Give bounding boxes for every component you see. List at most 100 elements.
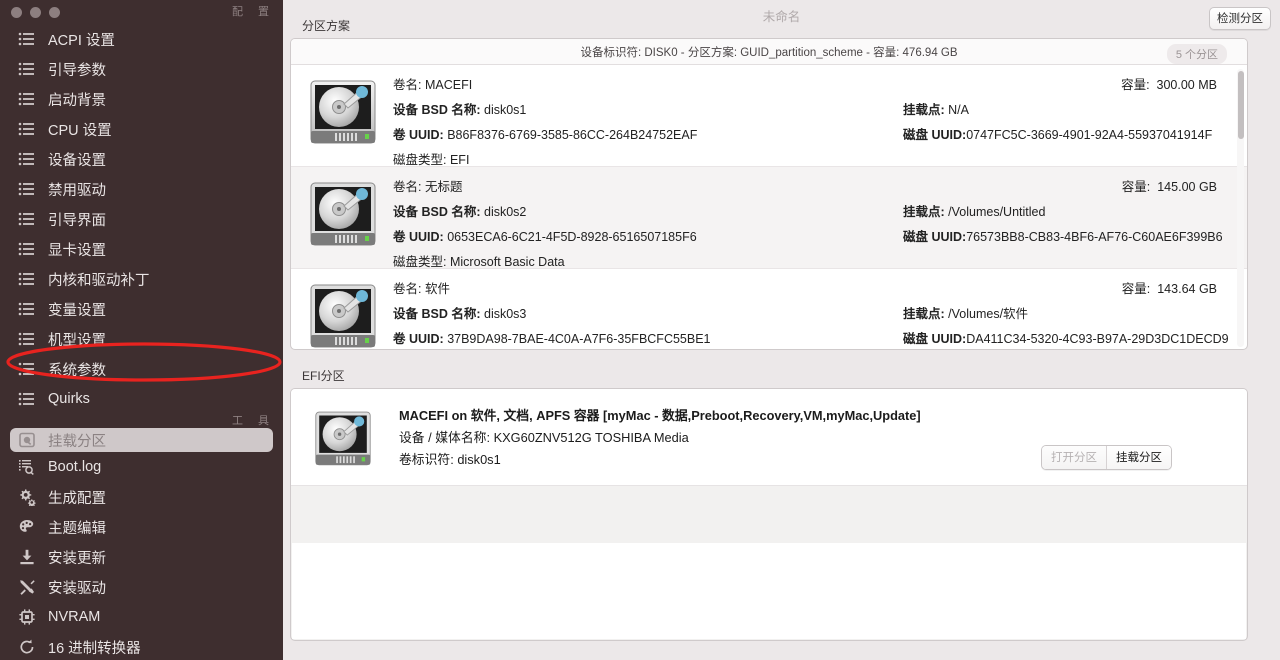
open-partition-button[interactable]: 打开分区 (1042, 446, 1107, 469)
sidebar-item-label: 安装更新 (48, 550, 106, 567)
close-button[interactable] (11, 7, 22, 18)
sidebar-item-label: 设备设置 (48, 152, 106, 169)
list-icon (18, 90, 36, 108)
sidebar-item-rt-variables[interactable]: 变量设置 (0, 294, 283, 324)
scrollbar-thumb[interactable] (1238, 71, 1244, 139)
efi-partition-section: EFI分区 MACEFI on 软件, 文档, APFS 容器 [myMac -… (290, 367, 1248, 641)
clover-configurator-window: 配 置 ACPI 设置 引导参数 启动背景 CPU 设置 设备设置 禁用驱动 引… (0, 0, 1280, 660)
disk-type-value: EFI (449, 153, 470, 167)
hard-disk-icon (303, 177, 383, 257)
mount-value: N/A (948, 103, 969, 117)
volume-uuid-value: B86F8376-6769-3585-86CC-264B24752EAF (447, 128, 698, 142)
mount-value: /Volumes/软件 (948, 307, 1029, 321)
disk-uuid-label: 磁盘 UUID: (903, 230, 967, 244)
efi-volume-label: 卷标识符: (399, 452, 454, 467)
config-section-header: 配 置 (231, 6, 275, 18)
table-row[interactable]: 卷名: MACEFI 设备 BSD 名称: disk0s1 挂载点: N/A 卷 … (291, 65, 1247, 167)
capacity-value: 145.00 GB (1157, 180, 1217, 194)
disk-uuid-value: 0747FC5C-3669-4901-92A4-55937041914F (966, 128, 1213, 142)
sidebar-item-system-parameters[interactable]: 系统参数 (0, 354, 283, 384)
traffic-lights[interactable] (11, 7, 60, 18)
efi-card[interactable]: MACEFI on 软件, 文档, APFS 容器 [myMac - 数据,Pr… (291, 389, 1247, 486)
hard-disk-icon (309, 407, 389, 487)
sidebar-item-label: 16 进制转换器 (48, 640, 141, 657)
mount-label: 挂载点: (903, 307, 945, 321)
disk-type-value: Microsoft Basic Data (449, 255, 565, 269)
capacity-cell: 容量: 145.00 GB (1122, 175, 1217, 200)
sidebar-item-boot-log[interactable]: Boot.log (0, 452, 283, 482)
efi-partition-panel: MACEFI on 软件, 文档, APFS 容器 [myMac - 数据,Pr… (290, 388, 1248, 641)
hard-disk-icon (303, 75, 383, 155)
tools-nav-list: 挂载分区 Boot.log 生成配置 主题编辑 安装更新 安装驱动 NVRAM … (0, 428, 283, 660)
bsd-label: 设备 BSD 名称: (393, 307, 481, 321)
disk-summary-text: 设备标识符: DISK0 - 分区方案: GUID_partition_sche… (580, 46, 958, 59)
config-nav-list: ACPI 设置 引导参数 启动背景 CPU 设置 设备设置 禁用驱动 引导界面 … (0, 24, 283, 414)
capacity-label: 容量: (1121, 180, 1151, 194)
volume-value: MACEFI (424, 78, 473, 92)
sidebar-item-boot-background[interactable]: 启动背景 (0, 84, 283, 114)
list-icon (18, 390, 36, 408)
disk-uuid-label: 磁盘 UUID: (903, 332, 967, 346)
sidebar-item-label: 变量设置 (48, 302, 106, 319)
volume-uuid-label: 卷 UUID: (393, 332, 444, 346)
list-icon (18, 60, 36, 78)
efi-partition-label: EFI分区 (302, 369, 345, 383)
list-icon (18, 270, 36, 288)
volume-uuid-value: 37B9DA98-7BAE-4C0A-A7F6-35FBCFC55BE1 (447, 332, 711, 346)
sidebar-item-label: 系统参数 (48, 362, 106, 379)
sidebar-item-generate-config[interactable]: 生成配置 (0, 482, 283, 512)
sidebar-item-theme-editor[interactable]: 主题编辑 (0, 512, 283, 542)
sidebar-item-hex-converter[interactable]: 16 进制转换器 (0, 632, 283, 660)
table-row[interactable]: 卷名: 软件 设备 BSD 名称: disk0s3 挂载点: /Volumes/软… (291, 269, 1247, 349)
zoom-button[interactable] (49, 7, 60, 18)
disk-uuid-label: 磁盘 UUID: (903, 128, 967, 142)
minimize-button[interactable] (30, 7, 41, 18)
sidebar-item-acpi[interactable]: ACPI 设置 (0, 24, 283, 54)
partition-count-badge: 5 个分区 (1166, 44, 1227, 64)
list-icon (18, 30, 36, 48)
volume-uuid-label: 卷 UUID: (393, 230, 444, 244)
partition-scheme-label: 分区方案 (302, 19, 351, 33)
sidebar-item-devices[interactable]: 设备设置 (0, 144, 283, 174)
partition-rows: 卷名: MACEFI 设备 BSD 名称: disk0s1 挂载点: N/A 卷 … (291, 65, 1247, 349)
partition-fields: 卷名: MACEFI 设备 BSD 名称: disk0s1 挂载点: N/A 卷 … (393, 73, 1237, 167)
sidebar-item-label: 安装驱动 (48, 580, 106, 597)
disk-icon (18, 431, 36, 449)
sidebar-item-mount-efi[interactable]: 挂载分区 (10, 428, 273, 452)
disk-type-label: 磁盘类型: (393, 153, 447, 167)
partition-action-buttons: 打开分区 挂载分区 (1041, 445, 1172, 470)
sidebar-item-graphics[interactable]: 显卡设置 (0, 234, 283, 264)
sidebar-item-kernel-kext-patch[interactable]: 内核和驱动补丁 (0, 264, 283, 294)
partition-scheme-header: 设备标识符: DISK0 - 分区方案: GUID_partition_sche… (291, 39, 1247, 65)
sidebar-item-label: 引导参数 (48, 62, 106, 79)
efi-device-label: 设备 / 媒体名称: (399, 430, 491, 445)
partition-fields: 卷名: 软件 设备 BSD 名称: disk0s3 挂载点: /Volumes/软… (393, 277, 1237, 349)
capacity-cell: 容量: 143.64 GB (1122, 277, 1217, 302)
sidebar-item-install-drivers[interactable]: 安装驱动 (0, 572, 283, 602)
title-bar: 配 置 (0, 0, 283, 24)
sidebar-item-label: Quirks (48, 391, 90, 407)
mount-partition-button[interactable]: 挂载分区 (1107, 446, 1171, 469)
efi-device-line: 设备 / 媒体名称: KXG60ZNV512G TOSHIBA Media (399, 427, 921, 449)
sidebar-item-cpu[interactable]: CPU 设置 (0, 114, 283, 144)
table-row[interactable]: 卷名: 无标题 设备 BSD 名称: disk0s2 挂载点: /Volumes/… (291, 167, 1247, 269)
list-icon (18, 360, 36, 378)
sidebar-item-boot-args[interactable]: 引导参数 (0, 54, 283, 84)
vertical-scrollbar[interactable] (1237, 69, 1244, 347)
sidebar-item-label: NVRAM (48, 609, 101, 625)
sidebar-item-label: 主题编辑 (48, 520, 106, 537)
sidebar-item-disable-drivers[interactable]: 禁用驱动 (0, 174, 283, 204)
sidebar-item-smbios[interactable]: 机型设置 (0, 324, 283, 354)
efi-volume-value: disk0s1 (457, 452, 501, 467)
sidebar-item-label: 挂载分区 (48, 433, 106, 450)
sidebar-item-label: 禁用驱动 (48, 182, 106, 199)
sidebar-item-gui[interactable]: 引导界面 (0, 204, 283, 234)
tools-section-header: 工 具 (231, 415, 275, 427)
volume-uuid-value: 0653ECA6-6C21-4F5D-8928-6516507185F6 (447, 230, 697, 244)
list-icon (18, 330, 36, 348)
sidebar-item-install-update[interactable]: 安装更新 (0, 542, 283, 572)
disk-type-label: 磁盘类型: (393, 255, 447, 269)
sidebar-item-quirks[interactable]: Quirks (0, 384, 283, 414)
disk-uuid-value: DA411C34-5320-4C93-B97A-29D3DC1DECD9 (966, 332, 1229, 346)
sidebar-item-nvram[interactable]: NVRAM (0, 602, 283, 632)
